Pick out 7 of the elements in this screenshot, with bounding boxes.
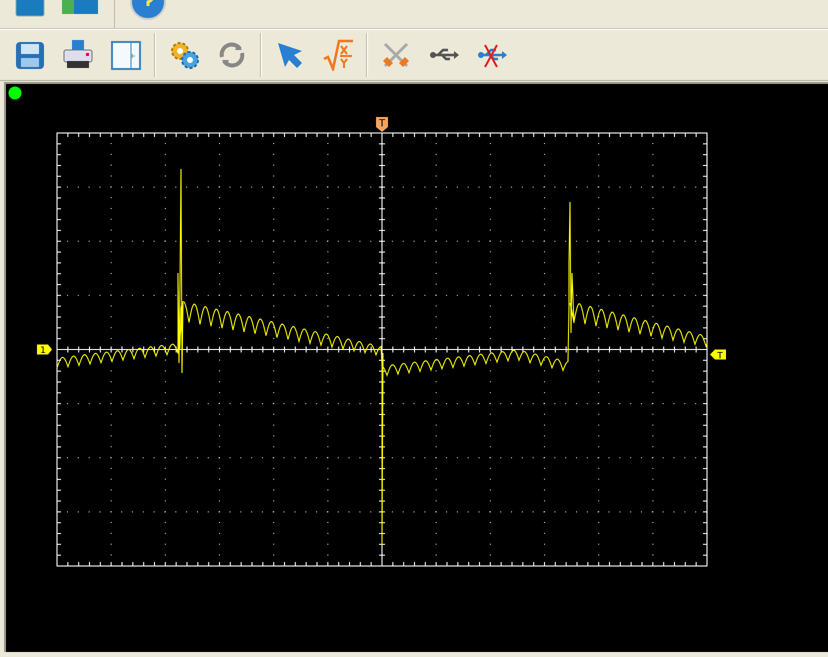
channel-marker[interactable]: 1 [37,344,52,356]
square-root-icon [322,39,354,71]
trigger-level-marker[interactable]: T [710,350,726,362]
gears-icon [168,39,200,71]
trigger-position-marker[interactable]: T [376,117,388,132]
printer-icon [62,39,94,71]
side-panel-icon [110,39,142,71]
